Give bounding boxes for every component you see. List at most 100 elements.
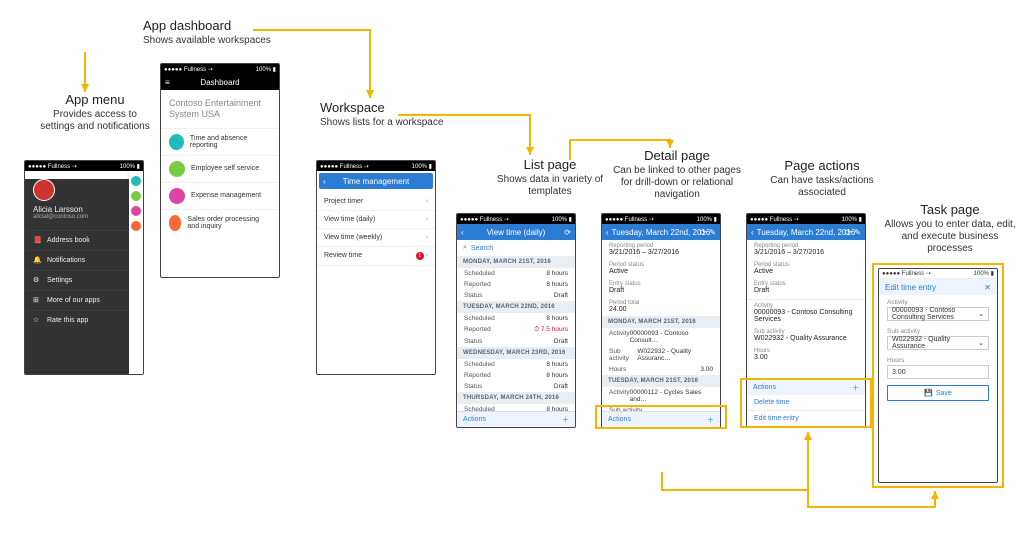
status-bar: ●●●●● Fullness ⇢100% ▮ bbox=[747, 214, 865, 224]
activity-select[interactable]: 00000093 - Contoso Consulting Services ⌄ bbox=[887, 307, 989, 321]
label-listpage: List page Shows data in variety of templ… bbox=[480, 157, 620, 198]
label-title: Detail page bbox=[607, 148, 747, 163]
edit-icon[interactable]: ✎ bbox=[854, 228, 861, 237]
kv-row[interactable]: Activity00000093 - Contoso Consult… bbox=[602, 328, 720, 346]
plus-icon[interactable]: ＋ bbox=[707, 415, 714, 425]
menu-item-label: Address book bbox=[47, 237, 90, 244]
close-icon[interactable]: ✕ bbox=[984, 283, 991, 292]
kv-row[interactable]: Scheduled8 hours bbox=[457, 359, 575, 370]
title-bar: ‹ Tuesday, March 22nd, 2016 ⟳✎ bbox=[747, 224, 865, 240]
refresh-icon[interactable]: ⟳ bbox=[700, 228, 707, 237]
menu-item[interactable]: ⚙Settings bbox=[25, 270, 143, 290]
field-label: Period status bbox=[602, 259, 720, 268]
workspace-tile[interactable]: Employee self service bbox=[161, 155, 279, 182]
field-label: Activity bbox=[879, 295, 997, 307]
menu-item[interactable]: 📕Address book bbox=[25, 230, 143, 250]
actions-bar[interactable]: Actions ＋ bbox=[457, 411, 575, 427]
workspace-label: Employee self service bbox=[191, 165, 259, 172]
status-bar: ●●●●● Fullness ⇢100% ▮ bbox=[457, 214, 575, 224]
screen-title: View time (daily) bbox=[487, 228, 546, 237]
screen-title: Tuesday, March 22nd, 2016 bbox=[612, 228, 711, 237]
field-label: Hours bbox=[747, 345, 865, 354]
list-item[interactable]: View time (weekly) › bbox=[317, 229, 435, 247]
actions-label: Actions bbox=[608, 416, 631, 423]
kv-row[interactable]: Reported⏱ 7.5 hours bbox=[457, 324, 575, 336]
list-item-label: View time (weekly) bbox=[324, 234, 382, 241]
kv-row[interactable]: Reported8 hours bbox=[457, 370, 575, 381]
workspace-tile[interactable]: Sales order processing and inquiry bbox=[161, 209, 279, 236]
field-value: 24.00 bbox=[602, 306, 720, 316]
list-item[interactable]: Review time1 › bbox=[317, 247, 435, 266]
hours-input[interactable]: 3.00 bbox=[887, 365, 989, 379]
label-title: Workspace bbox=[320, 100, 460, 115]
section-header: WEDNESDAY, MARCH 23RD, 2016 bbox=[457, 347, 575, 359]
search-row[interactable]: ⌕ Search bbox=[457, 240, 575, 256]
kv-row[interactable]: Sub activityW022932 - Quality Assuranc… bbox=[602, 346, 720, 364]
screen-title: Time management bbox=[343, 177, 409, 186]
section-header: MONDAY, MARCH 21ST, 2016 bbox=[457, 256, 575, 268]
menu-item[interactable]: ⊞More of our apps bbox=[25, 290, 143, 310]
section-header: TUESDAY, MARCH 22ND, 2016 bbox=[457, 301, 575, 313]
field-value: 3/21/2016 – 3/27/2016 bbox=[602, 249, 720, 259]
kv-row[interactable]: Activity00000112 - Cycles Sales and… bbox=[602, 387, 720, 405]
menu-item-icon: 🔔 bbox=[33, 256, 42, 265]
menu-panel: Alicia Larsson alicial@contoso.com 📕Addr… bbox=[25, 179, 143, 375]
list-item-label: Project timer bbox=[324, 198, 363, 205]
workspace-tile[interactable]: Time and absence reporting bbox=[161, 128, 279, 155]
kv-row[interactable]: Scheduled8 hours bbox=[457, 313, 575, 324]
workspace-dot[interactable] bbox=[131, 176, 141, 186]
kv-row[interactable]: StatusDraft bbox=[457, 381, 575, 392]
workspace-icon bbox=[169, 161, 185, 177]
subactivity-select[interactable]: W022932 - Quality Assurance ⌄ bbox=[887, 336, 989, 350]
kv-row[interactable]: Scheduled8 hours bbox=[457, 268, 575, 279]
kv-row[interactable]: Scheduled8 hours bbox=[457, 404, 575, 411]
hamburger-icon[interactable]: ≡ bbox=[165, 78, 170, 87]
kv-row[interactable]: Reported8 hours bbox=[457, 279, 575, 290]
list-item[interactable]: Project timer › bbox=[317, 193, 435, 211]
label-dashboard: App dashboard Shows available workspaces bbox=[143, 18, 303, 47]
workspace-dot[interactable] bbox=[131, 206, 141, 216]
action-link[interactable]: Edit time entry bbox=[747, 411, 865, 427]
menu-item[interactable]: ☆Rate this app bbox=[25, 310, 143, 330]
back-icon[interactable]: ‹ bbox=[606, 228, 609, 237]
menu-item[interactable]: 🔔Notifications bbox=[25, 250, 143, 270]
phone-detailpage: ●●●●● Fullness ⇢100% ▮ ‹ Tuesday, March … bbox=[601, 213, 721, 428]
field-value: W022932 - Quality Assurance bbox=[747, 335, 865, 345]
workspace-dot[interactable] bbox=[131, 221, 141, 231]
title-bar: ≡ Dashboard bbox=[161, 74, 279, 90]
phone-taskpage: ●●●●● Fullness ⇢100% ▮ Edit time entry ✕… bbox=[878, 268, 998, 483]
kv-row[interactable]: Hours3.00 bbox=[602, 364, 720, 375]
refresh-icon[interactable]: ⟳ bbox=[564, 228, 571, 237]
search-icon: ⌕ bbox=[463, 244, 467, 252]
section-header: MONDAY, MARCH 21ST, 2016 bbox=[602, 316, 720, 328]
plus-icon[interactable]: ＋ bbox=[852, 383, 859, 393]
refresh-icon[interactable]: ⟳ bbox=[845, 228, 852, 237]
back-icon[interactable]: ‹ bbox=[751, 228, 754, 237]
workspace-dot[interactable] bbox=[131, 191, 141, 201]
edit-icon[interactable]: ✎ bbox=[709, 228, 716, 237]
save-button[interactable]: 💾 Save bbox=[887, 385, 989, 401]
list-item[interactable]: View time (daily) › bbox=[317, 211, 435, 229]
field-label: Entry status bbox=[602, 278, 720, 287]
avatar[interactable] bbox=[33, 179, 55, 201]
action-link[interactable]: Delete time bbox=[747, 395, 865, 411]
phone-dashboard: ●●●●● Fullness ⇢100% ▮ ≡ Dashboard Conto… bbox=[160, 63, 280, 278]
modal-title: Edit time entry bbox=[885, 283, 936, 292]
title-bar: ‹ View time (daily) ⟳ bbox=[457, 224, 575, 240]
back-icon[interactable]: ‹ bbox=[323, 177, 326, 186]
actions-bar[interactable]: Actions ＋ bbox=[747, 379, 865, 395]
title-bar: ‹ Tuesday, March 22nd, 2016 ⟳✎ bbox=[602, 224, 720, 240]
kv-row[interactable]: StatusDraft bbox=[457, 290, 575, 301]
modal-header: Edit time entry ✕ bbox=[879, 279, 997, 295]
back-icon[interactable]: ‹ bbox=[461, 228, 464, 237]
workspace-tile[interactable]: Expense management bbox=[161, 182, 279, 209]
field-label: Sub activity bbox=[747, 326, 865, 335]
list-item-label: View time (daily) bbox=[324, 216, 375, 223]
plus-icon[interactable]: ＋ bbox=[562, 415, 569, 425]
section-header: THURSDAY, MARCH 24TH, 2016 bbox=[457, 392, 575, 404]
label-title: Task page bbox=[880, 202, 1020, 217]
workspace-icon bbox=[169, 215, 181, 231]
menu-item-icon: ⚙ bbox=[33, 276, 42, 285]
kv-row[interactable]: StatusDraft bbox=[457, 336, 575, 347]
actions-bar[interactable]: Actions ＋ bbox=[602, 411, 720, 427]
